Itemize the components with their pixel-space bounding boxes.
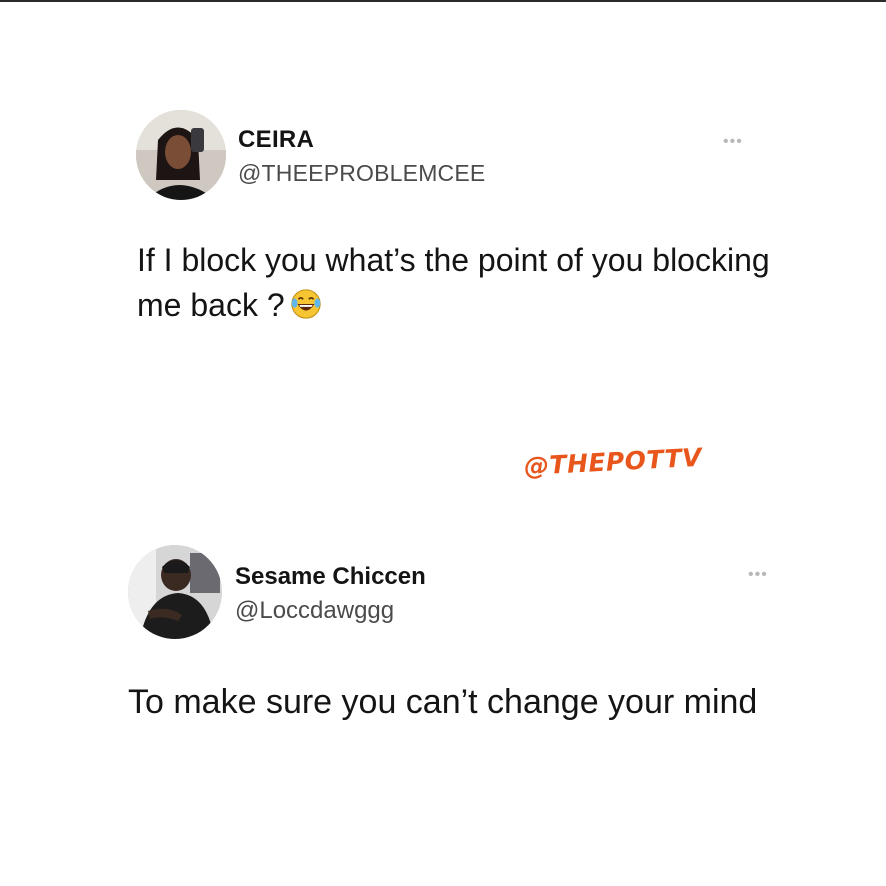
avatar[interactable] (136, 110, 226, 200)
tweet-text: To make sure you can’t change your mind (128, 683, 758, 721)
user-handle[interactable]: @THEEPROBLEMCEE (238, 160, 485, 187)
tweet-text-content: If I block you what’s the point of you b… (137, 242, 779, 324)
top-border (0, 0, 886, 2)
avatar-image (128, 545, 222, 639)
avatar-image (136, 110, 226, 200)
more-dots-icon[interactable]: ••• (723, 134, 743, 150)
more-dots-icon[interactable]: ••• (748, 567, 768, 583)
display-name[interactable]: Sesame Chiccen (235, 563, 426, 591)
user-handle[interactable]: @Loccdawggg (235, 597, 394, 625)
tears-of-joy-emoji-icon (290, 289, 321, 320)
tweet-text: If I block you what’s the point of you b… (137, 238, 777, 329)
watermark-logo: @THEPOTTV (523, 442, 703, 481)
display-name[interactable]: CEIRA (238, 126, 314, 154)
avatar[interactable] (128, 545, 222, 639)
